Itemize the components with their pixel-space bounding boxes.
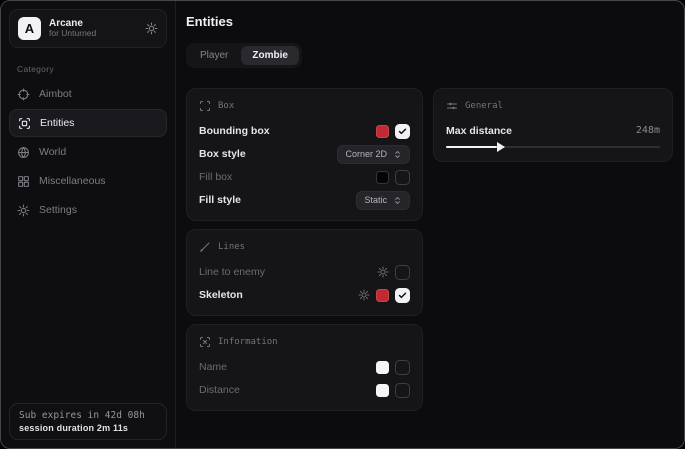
setting-label: Box style <box>199 148 246 160</box>
app-logo: A <box>18 17 41 40</box>
gear-icon[interactable] <box>358 289 370 301</box>
sidebar-item-label: Settings <box>39 204 77 216</box>
sidebar-item-aimbot[interactable]: Aimbot <box>9 80 167 108</box>
max-distance-slider[interactable] <box>446 146 660 148</box>
slider-thumb[interactable] <box>497 142 505 152</box>
brand-text: Arcane for Unturned <box>49 18 137 39</box>
setting-row-box-style: Box style Corner 2D <box>199 146 410 162</box>
sidebar-item-label: Entities <box>40 117 74 129</box>
brand-card: A Arcane for Unturned <box>9 9 167 48</box>
entity-tabs: Player Zombie <box>186 43 302 68</box>
setting-row-distance: Distance <box>199 382 410 398</box>
setting-row-bounding-box: Bounding box <box>199 123 410 139</box>
dropdown-value: Static <box>364 195 387 205</box>
entities-scan-icon <box>18 117 31 130</box>
app-subtitle: for Unturned <box>49 29 137 39</box>
distance-checkbox[interactable] <box>395 383 410 398</box>
category-label: Category <box>17 64 167 74</box>
setting-row-line-to-enemy: Line to enemy <box>199 264 410 280</box>
skeleton-checkbox[interactable] <box>395 288 410 303</box>
color-swatch[interactable] <box>376 171 389 184</box>
information-card: Information Name Distance <box>186 324 423 411</box>
session-duration-text: session duration 2m 11s <box>19 423 157 433</box>
tab-zombie[interactable]: Zombie <box>241 46 299 65</box>
gear-icon[interactable] <box>145 22 158 35</box>
main-panel: Entities Player Zombie Box <box>176 1 685 448</box>
sidebar-item-label: Miscellaneous <box>39 175 106 187</box>
sidebar-item-miscellaneous[interactable]: Miscellaneous <box>9 167 167 195</box>
crosshair-icon <box>17 88 30 101</box>
color-swatch[interactable] <box>376 125 389 138</box>
check-icon <box>398 291 407 300</box>
setting-label: Distance <box>199 384 240 396</box>
box-style-dropdown[interactable]: Corner 2D <box>337 145 410 164</box>
max-distance-value: 248m <box>636 125 660 136</box>
setting-label: Bounding box <box>199 125 270 137</box>
setting-row-fill-style: Fill style Static <box>199 192 410 208</box>
color-swatch[interactable] <box>376 361 389 374</box>
general-card: General Max distance 248m <box>433 88 673 162</box>
setting-label: Fill box <box>199 171 232 183</box>
sliders-icon <box>446 100 458 112</box>
dropdown-value: Corner 2D <box>345 149 387 159</box>
app-window: A Arcane for Unturned Category Aimbot <box>0 0 685 449</box>
card-title: Information <box>218 337 278 347</box>
pencil-line-icon <box>199 241 211 253</box>
chevrons-up-down-icon <box>393 196 402 205</box>
grid-icon <box>17 175 30 188</box>
line-to-enemy-checkbox[interactable] <box>395 265 410 280</box>
box-card: Box Bounding box Box style <box>186 88 423 221</box>
lines-card: Lines Line to enemy <box>186 229 423 316</box>
sidebar-item-label: World <box>39 146 66 158</box>
page-title: Entities <box>186 14 673 29</box>
setting-label: Max distance <box>446 125 512 137</box>
fill-style-dropdown[interactable]: Static <box>356 191 410 210</box>
fill-box-checkbox[interactable] <box>395 170 410 185</box>
sidebar-item-world[interactable]: World <box>9 138 167 166</box>
tab-player[interactable]: Player <box>189 46 239 65</box>
setting-row-skeleton: Skeleton <box>199 287 410 303</box>
card-title: Lines <box>218 242 245 252</box>
bounding-box-checkbox[interactable] <box>395 124 410 139</box>
card-title: General <box>465 101 503 111</box>
chevrons-up-down-icon <box>393 150 402 159</box>
setting-label: Skeleton <box>199 289 243 301</box>
sidebar: A Arcane for Unturned Category Aimbot <box>1 1 176 448</box>
slider-fill <box>446 146 497 148</box>
sidebar-nav: Aimbot Entities World <box>9 80 167 224</box>
setting-row-fill-box: Fill box <box>199 169 410 185</box>
color-swatch[interactable] <box>376 289 389 302</box>
gear-icon[interactable] <box>377 266 389 278</box>
sidebar-item-label: Aimbot <box>39 88 72 100</box>
gear-icon <box>17 204 30 217</box>
info-scan-icon <box>199 336 211 348</box>
scan-corners-icon <box>199 100 211 112</box>
sidebar-item-settings[interactable]: Settings <box>9 196 167 224</box>
card-title: Box <box>218 101 234 111</box>
setting-label: Fill style <box>199 194 241 206</box>
sidebar-item-entities[interactable]: Entities <box>9 109 167 137</box>
setting-label: Name <box>199 361 227 373</box>
setting-label: Line to enemy <box>199 266 265 278</box>
sub-expiry-text: Sub expires in 42d 08h <box>19 410 157 421</box>
color-swatch[interactable] <box>376 384 389 397</box>
name-checkbox[interactable] <box>395 360 410 375</box>
check-icon <box>398 127 407 136</box>
setting-row-name: Name <box>199 359 410 375</box>
globe-icon <box>17 146 30 159</box>
subscription-card: Sub expires in 42d 08h session duration … <box>9 403 167 440</box>
